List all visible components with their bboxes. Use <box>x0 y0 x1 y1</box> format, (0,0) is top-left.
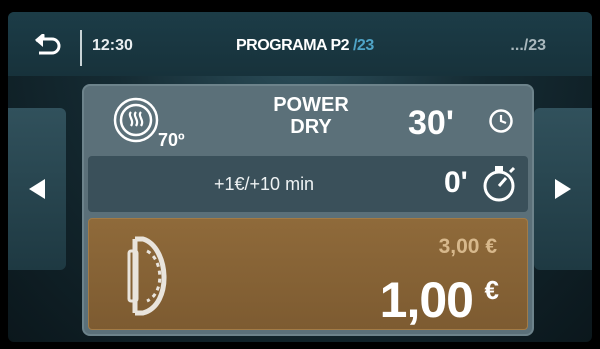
program-name: POWER DRY <box>246 94 376 138</box>
next-program-button[interactable] <box>534 108 592 270</box>
currency-symbol: € <box>484 275 499 305</box>
original-price: 3,00 € <box>438 235 497 258</box>
stopwatch-icon <box>483 166 516 202</box>
program-name-line1: POWER <box>273 94 349 116</box>
screen: 12:30 PROGRAMA P2 /23 .../23 70º POWER D… <box>8 12 592 342</box>
clock-time: 12:30 <box>92 37 133 54</box>
program-label: PROGRAMA P2 <box>236 37 350 54</box>
header-divider <box>80 30 82 66</box>
back-button[interactable] <box>22 30 72 60</box>
program-duration: 30' <box>408 104 454 142</box>
program-total: /23 <box>352 37 374 54</box>
program-panel: 70º POWER DRY 30' +1€/+10 min 0' 3,00 € … <box>82 84 534 336</box>
extra-time-value: 0' <box>444 166 468 199</box>
back-arrow-icon <box>35 34 61 55</box>
program-name-line2: DRY <box>290 116 332 138</box>
extra-time-label: +1€/+10 min <box>214 174 315 194</box>
dryer-drum-icon <box>127 236 167 316</box>
arrow-right-icon <box>555 179 571 199</box>
top-bar: 12:30 PROGRAMA P2 /23 .../23 <box>8 12 592 76</box>
page-indicator: .../23 <box>510 37 546 54</box>
current-price: 1,00 <box>379 272 474 328</box>
program-title: PROGRAMA P2 /23 <box>236 37 374 55</box>
extra-time-row[interactable]: +1€/+10 min 0' <box>88 156 528 212</box>
clock-icon <box>489 109 513 133</box>
program-info-row: 70º POWER DRY 30' <box>90 90 526 150</box>
prev-program-button[interactable] <box>8 108 66 270</box>
temperature-label: 70º <box>158 130 185 150</box>
heat-waves-icon <box>113 97 159 143</box>
arrow-left-icon <box>29 179 45 199</box>
price-pay-button[interactable]: 3,00 € 1,00 € <box>88 218 528 330</box>
